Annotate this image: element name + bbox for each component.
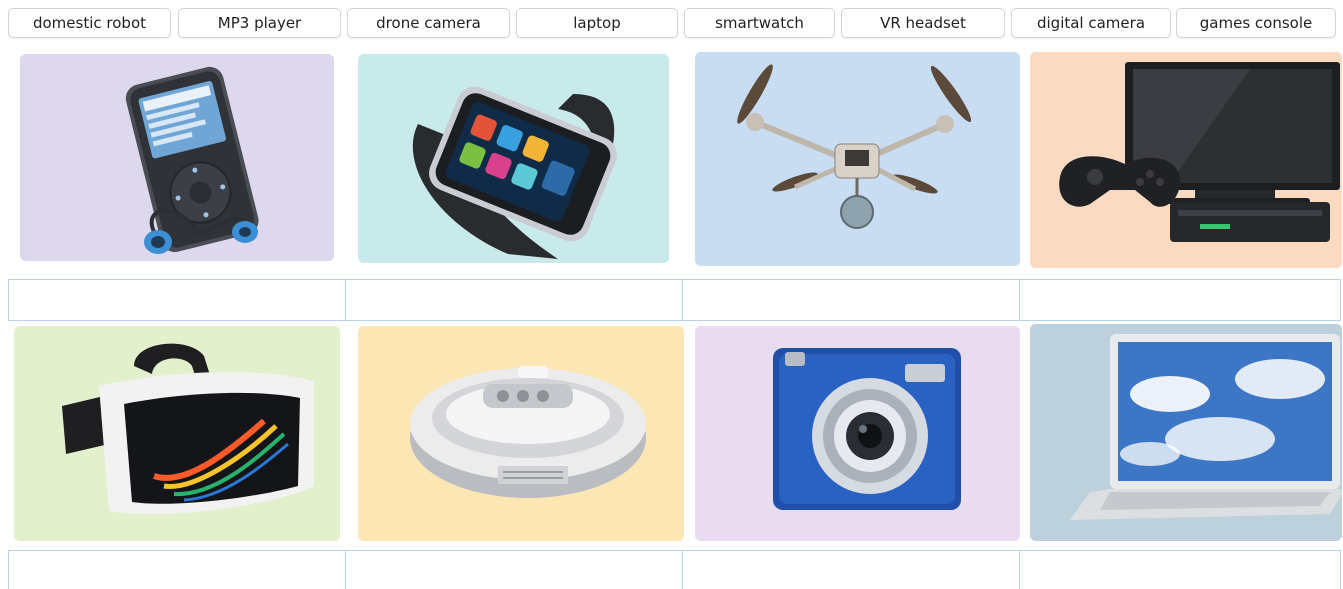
word-chip-mp3-player[interactable]: MP3 player — [178, 8, 341, 38]
answer-box[interactable] — [1020, 551, 1340, 589]
tile-7 — [695, 326, 1020, 541]
answer-row-1 — [8, 279, 1341, 321]
answer-box[interactable] — [9, 280, 346, 320]
answer-box[interactable] — [683, 280, 1020, 320]
word-chip-games-console[interactable]: games console — [1176, 8, 1336, 38]
word-chip-vr-headset[interactable]: VR headset — [841, 8, 1005, 38]
word-chip-laptop[interactable]: laptop — [516, 8, 678, 38]
word-chip-digital-camera[interactable]: digital camera — [1011, 8, 1171, 38]
tile-2 — [358, 54, 669, 263]
tile-1 — [20, 54, 334, 261]
drone-camera-icon — [695, 52, 1020, 266]
answer-box[interactable] — [9, 551, 346, 589]
answer-box[interactable] — [1020, 280, 1340, 320]
worksheet: domestic robot MP3 player drone camera l… — [0, 0, 1343, 589]
tile-8 — [1030, 324, 1342, 541]
smartwatch-icon — [358, 54, 669, 263]
mp3-player-icon — [20, 54, 334, 261]
answer-box[interactable] — [346, 280, 683, 320]
word-bank: domestic robot MP3 player drone camera l… — [8, 8, 1338, 42]
word-chip-domestic-robot[interactable]: domestic robot — [8, 8, 171, 38]
domestic-robot-icon — [358, 326, 684, 541]
tile-4 — [1030, 52, 1342, 268]
answer-box[interactable] — [346, 551, 683, 589]
games-console-icon — [1030, 52, 1342, 268]
word-chip-smartwatch[interactable]: smartwatch — [684, 8, 835, 38]
answer-box[interactable] — [683, 551, 1020, 589]
vr-headset-icon — [14, 326, 340, 541]
word-chip-drone-camera[interactable]: drone camera — [347, 8, 510, 38]
digital-camera-icon — [695, 326, 1020, 541]
tile-3 — [695, 52, 1020, 266]
answer-row-2 — [8, 550, 1341, 589]
laptop-icon — [1030, 324, 1342, 541]
tile-6 — [358, 326, 684, 541]
tile-5 — [14, 326, 340, 541]
